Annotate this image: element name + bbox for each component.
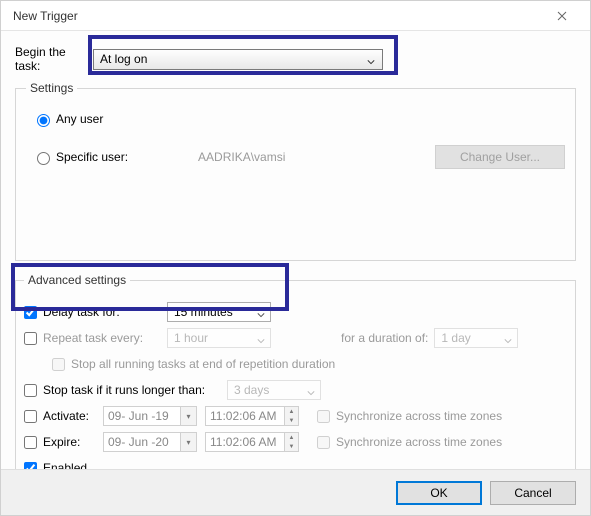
begin-task-label: Begin the task:	[15, 45, 93, 73]
close-button[interactable]	[542, 2, 582, 30]
stop-if-checkbox[interactable]	[24, 384, 37, 397]
delay-task-checkbox[interactable]	[24, 306, 37, 319]
time-spinner[interactable]: ▲▼	[285, 432, 299, 452]
specific-user-radio[interactable]	[37, 152, 50, 165]
delay-task-label: Delay task for:	[43, 305, 161, 319]
delay-task-select[interactable]: 15 minutes	[167, 302, 271, 322]
activate-time-input[interactable]	[205, 406, 285, 426]
ok-button[interactable]: OK	[396, 481, 482, 505]
repeat-task-select[interactable]: 1 hour	[167, 328, 271, 348]
spin-down-icon: ▼	[285, 416, 298, 425]
duration-select[interactable]: 1 day	[434, 328, 518, 348]
spin-down-icon: ▼	[285, 442, 298, 451]
activate-sync-checkbox[interactable]	[317, 410, 330, 423]
settings-legend: Settings	[26, 81, 77, 95]
spin-up-icon: ▲	[285, 407, 298, 416]
activate-label: Activate:	[43, 409, 97, 423]
stop-if-select[interactable]: 3 days	[227, 380, 321, 400]
calendar-icon[interactable]: ▾	[181, 432, 197, 452]
repeat-task-label: Repeat task every:	[43, 331, 161, 345]
activate-checkbox[interactable]	[24, 410, 37, 423]
expire-label: Expire:	[43, 435, 97, 449]
expire-checkbox[interactable]	[24, 436, 37, 449]
settings-group: Settings Any user Specific user: AADRIKA…	[15, 81, 576, 261]
stop-all-label: Stop all running tasks at end of repetit…	[71, 357, 335, 371]
close-icon	[557, 11, 567, 21]
repeat-task-checkbox[interactable]	[24, 332, 37, 345]
expire-date-input[interactable]	[103, 432, 181, 452]
cancel-button[interactable]: Cancel	[490, 481, 576, 505]
stop-if-label: Stop task if it runs longer than:	[43, 383, 221, 397]
duration-label: for a duration of:	[341, 331, 428, 345]
activate-sync-label: Synchronize across time zones	[336, 409, 502, 423]
expire-sync-checkbox[interactable]	[317, 436, 330, 449]
expire-sync-label: Synchronize across time zones	[336, 435, 502, 449]
stop-all-checkbox[interactable]	[52, 358, 65, 371]
specific-user-label: Specific user:	[56, 150, 128, 164]
calendar-icon[interactable]: ▾	[181, 406, 197, 426]
any-user-radio[interactable]	[37, 114, 50, 127]
specific-user-value: AADRIKA\vamsi	[198, 150, 285, 164]
any-user-label: Any user	[56, 112, 103, 126]
advanced-settings-group: Advanced settings Delay task for: 15 min…	[15, 273, 576, 492]
advanced-legend: Advanced settings	[24, 273, 130, 287]
dialog-footer: OK Cancel	[1, 469, 590, 515]
time-spinner[interactable]: ▲▼	[285, 406, 299, 426]
activate-date-input[interactable]	[103, 406, 181, 426]
spin-up-icon: ▲	[285, 433, 298, 442]
title-bar: New Trigger	[1, 1, 590, 31]
new-trigger-dialog: New Trigger Begin the task: At log on Se…	[0, 0, 591, 516]
begin-task-select[interactable]: At log on	[93, 49, 383, 70]
expire-time-input[interactable]	[205, 432, 285, 452]
change-user-button[interactable]: Change User...	[435, 145, 565, 169]
window-title: New Trigger	[13, 9, 542, 23]
